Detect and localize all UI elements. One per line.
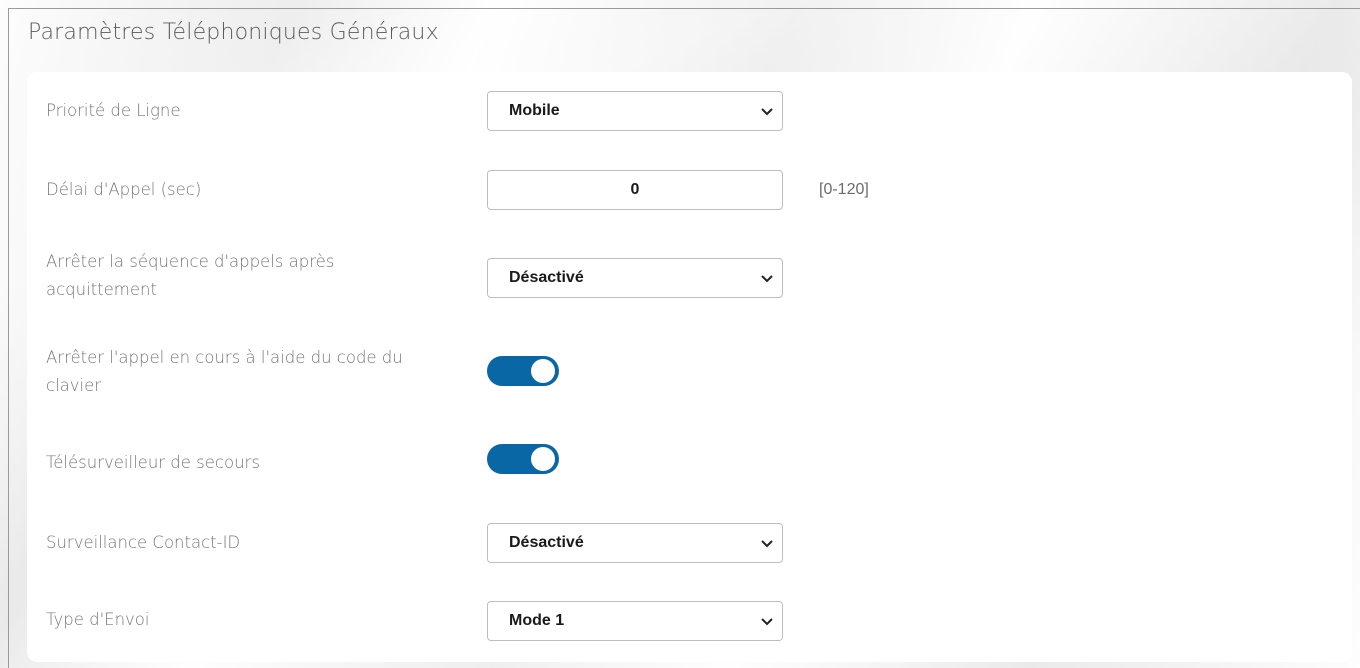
contact-id-select[interactable]: Désactivé	[487, 523, 783, 563]
settings-card: Priorité de Ligne Mobile Délai d'Appel (…	[27, 72, 1352, 662]
stop-sequence-value: Désactivé	[509, 269, 584, 286]
chevron-down-icon	[761, 108, 773, 116]
call-delay-label: Délai d'Appel (sec)	[46, 180, 202, 199]
send-type-select[interactable]: Mode 1	[487, 601, 783, 641]
toggle-knob	[531, 447, 555, 471]
stop-call-keypad-toggle[interactable]	[487, 356, 559, 386]
chevron-down-icon	[761, 618, 773, 626]
line-priority-value: Mobile	[509, 102, 560, 119]
stop-call-keypad-label: Arrêter l'appel en cours à l'aide du cod…	[46, 348, 403, 395]
page-title: Paramètres Téléphoniques Généraux	[28, 20, 439, 45]
toggle-knob	[531, 359, 555, 383]
send-type-label: Type d'Envoi	[46, 610, 150, 629]
chevron-down-icon	[761, 540, 773, 548]
stop-sequence-select[interactable]: Désactivé	[487, 258, 783, 298]
line-priority-select[interactable]: Mobile	[487, 91, 783, 131]
line-priority-label: Priorité de Ligne	[46, 101, 181, 120]
send-type-value: Mode 1	[509, 612, 565, 629]
chevron-down-icon	[761, 275, 773, 283]
stop-sequence-label: Arrêter la séquence d'appels après acqui…	[46, 252, 335, 299]
contact-id-label: Surveillance Contact-ID	[46, 533, 241, 552]
call-delay-input[interactable]: 0	[487, 170, 783, 210]
call-delay-range: [0-120]	[819, 181, 869, 198]
contact-id-value: Désactivé	[509, 534, 584, 551]
backup-monitor-label: Télésurveilleur de secours	[46, 453, 260, 472]
backup-monitor-toggle[interactable]	[487, 444, 559, 474]
